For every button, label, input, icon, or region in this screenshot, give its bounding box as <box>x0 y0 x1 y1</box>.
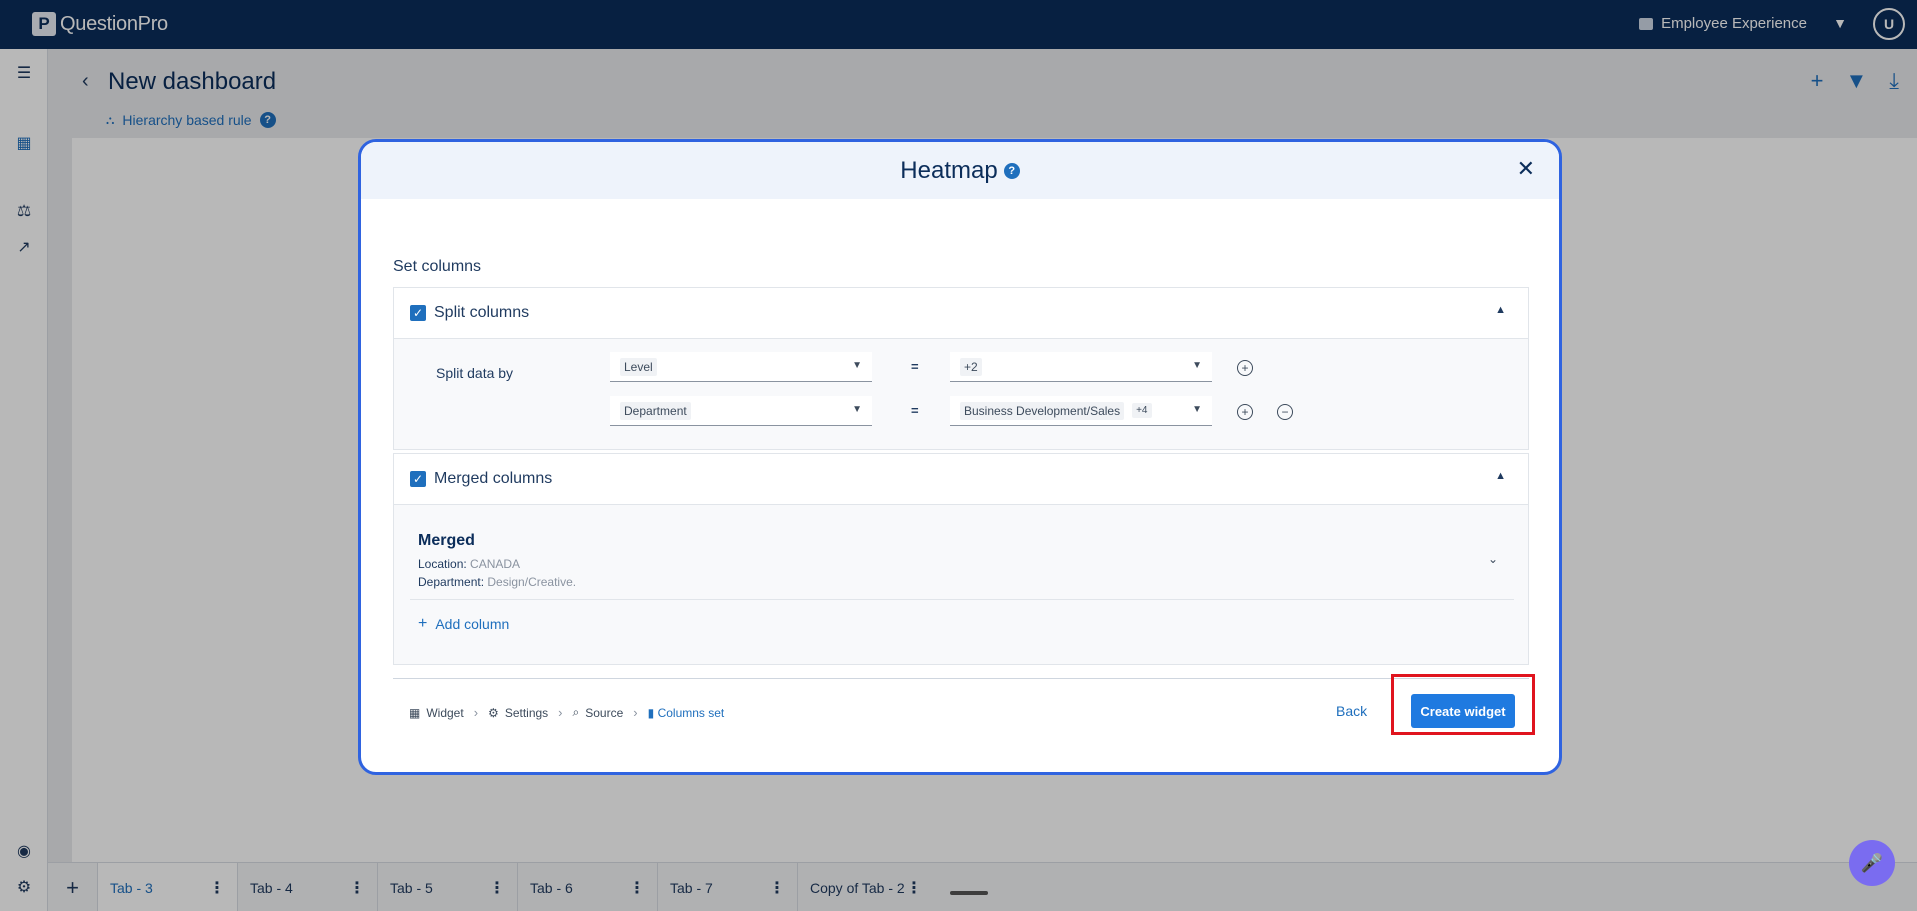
merged-columns-checkbox[interactable]: ✓ <box>410 471 426 487</box>
breadcrumb-step[interactable]: Settings <box>505 706 548 720</box>
add-column-button[interactable]: + Add column <box>418 615 509 633</box>
bar-chart-icon: ▮ <box>647 705 655 720</box>
split-columns-title: Split columns <box>434 304 530 321</box>
breadcrumb-step: Columns set <box>657 705 725 720</box>
split-columns-header[interactable]: ✓ Split columns ▲ <box>394 288 1528 339</box>
help-icon[interactable]: ? <box>1003 162 1020 179</box>
gear-icon: ⚙ <box>488 705 499 720</box>
caret-down-icon: ▼ <box>1192 404 1202 415</box>
merged-columns-title: Merged columns <box>434 470 553 487</box>
caret-down-icon: ▼ <box>852 404 862 415</box>
modal-title: Heatmap <box>900 156 998 184</box>
caret-down-icon: ▼ <box>1192 360 1202 371</box>
dropdown-value: +2 <box>960 357 982 376</box>
split-data-label: Split data by <box>436 365 514 381</box>
breadcrumb-step[interactable]: Source <box>585 706 623 720</box>
more-count-badge: +4 <box>1132 403 1152 418</box>
location-value: CANADA <box>470 557 521 571</box>
microphone-icon: 🎤 <box>1860 852 1884 873</box>
merged-columns-header[interactable]: ✓ Merged columns ▲ <box>394 454 1528 505</box>
split-field-dropdown[interactable]: Level ▼ <box>610 352 872 382</box>
equals-sign: = <box>911 403 919 418</box>
split-field-dropdown[interactable]: Department ▼ <box>610 396 872 426</box>
chevron-up-icon[interactable]: ▲ <box>1495 304 1506 316</box>
split-value-dropdown[interactable]: +2 ▼ <box>950 352 1212 382</box>
chevron-down-icon[interactable]: ⌄ <box>1488 552 1498 566</box>
split-columns-checkbox[interactable]: ✓ <box>410 305 426 321</box>
merged-columns-panel: ✓ Merged columns ▲ Merged Location: CANA… <box>393 453 1529 665</box>
merged-department: Department: Design/Creative. <box>418 575 576 589</box>
add-column-label: Add column <box>435 616 510 632</box>
split-columns-panel: ✓ Split columns ▲ Split data by Level ▼ … <box>393 287 1529 450</box>
highlight-box <box>1391 674 1535 735</box>
merged-item-name: Merged <box>418 532 475 549</box>
microphone-button[interactable]: 🎤 <box>1849 840 1895 886</box>
location-key: Location: <box>418 557 467 571</box>
chevron-right-icon: › <box>633 705 638 720</box>
equals-sign: = <box>911 359 919 374</box>
breadcrumb-step[interactable]: Widget <box>426 706 463 720</box>
back-button[interactable]: Back <box>1336 703 1367 719</box>
dropdown-value: Business Development/Sales <box>960 401 1125 420</box>
close-icon[interactable]: ✕ <box>1517 156 1535 182</box>
table-icon: ▦ <box>409 705 421 720</box>
search-icon: ⌕ <box>572 705 580 719</box>
add-row-icon[interactable]: + <box>1237 404 1253 420</box>
add-row-icon[interactable]: + <box>1237 360 1253 376</box>
chevron-right-icon: › <box>473 705 479 720</box>
caret-down-icon: ▼ <box>852 360 862 371</box>
dropdown-value: Level <box>620 357 657 376</box>
footer-divider <box>393 678 1529 679</box>
dropdown-value: Department <box>620 401 691 420</box>
merged-location: Location: CANADA <box>418 557 520 571</box>
remove-row-icon[interactable]: − <box>1277 404 1293 420</box>
department-key: Department: <box>418 575 485 589</box>
section-label: Set columns <box>393 258 482 275</box>
heatmap-modal: Heatmap ? ✕ Set columns ✓ Split columns … <box>358 139 1562 775</box>
plus-icon: + <box>418 615 428 632</box>
chevron-up-icon[interactable]: ▲ <box>1495 470 1506 482</box>
department-value: Design/Creative. <box>487 575 577 589</box>
wizard-breadcrumb: ▦ Widget › ⚙ Settings › ⌕ Source › ▮ Col… <box>409 705 724 720</box>
breadcrumb-current: ▮ Columns set <box>648 706 725 720</box>
split-value-dropdown[interactable]: Business Development/Sales +4 ▼ <box>950 396 1212 426</box>
divider <box>410 599 1514 600</box>
modal-header: Heatmap ? ✕ <box>361 142 1559 199</box>
chevron-right-icon: › <box>558 705 563 720</box>
